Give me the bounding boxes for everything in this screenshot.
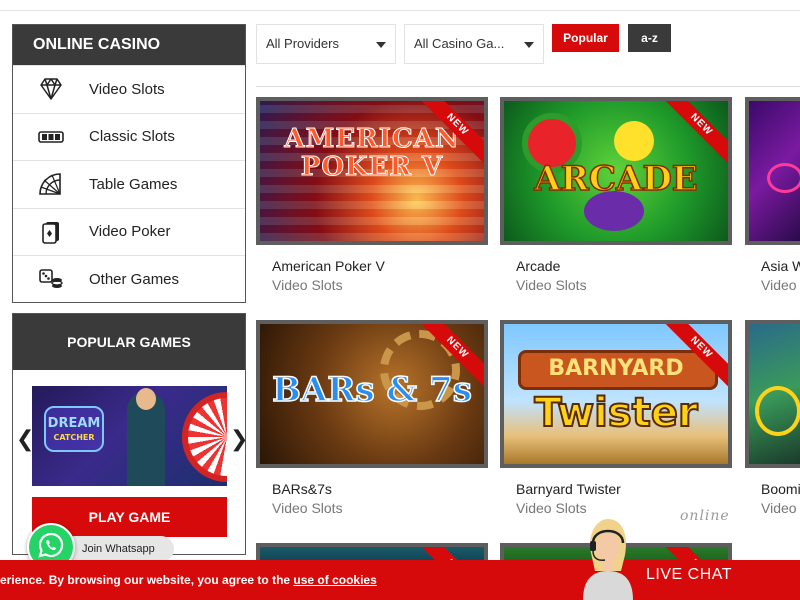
dream-catcher-logo-line1: DREAM [47, 416, 101, 431]
chevron-down-icon [524, 42, 534, 48]
game-art [749, 324, 800, 464]
join-whatsapp-label[interactable]: Join Whatsapp [62, 536, 174, 562]
game-tile-barnyard-twister[interactable]: BARNYARD Twister NEW [500, 320, 732, 468]
online-status-label: online [680, 508, 730, 524]
category-table-games[interactable]: Table Games [13, 160, 245, 208]
game-category: Video Slots [272, 500, 343, 516]
game-category: Video [761, 500, 797, 516]
category-label: Other Games [89, 270, 180, 288]
game-art-title-bottom: Twister [533, 389, 698, 437]
sort-az-button[interactable]: a-z [628, 24, 671, 52]
popular-games-title: POPULAR GAMES [13, 314, 245, 370]
chat-agent-avatar[interactable] [577, 513, 639, 600]
game-art-title: BARs & 7s [271, 369, 472, 411]
category-other-games[interactable]: Other Games [13, 255, 245, 303]
dream-catcher-logo-line2: CATCHER [53, 433, 95, 442]
game-art-title: AMERICAN POKER V [284, 124, 460, 182]
roulette-icon [13, 172, 89, 196]
category-label: Table Games [89, 175, 178, 193]
game-tile-bars-7s[interactable]: BARs & 7s NEW [256, 320, 488, 468]
top-divider [0, 10, 800, 11]
game-category: Video Slots [272, 277, 343, 293]
game-title[interactable]: Boomi [761, 481, 800, 497]
game-title[interactable]: Arcade [516, 258, 560, 274]
game-title[interactable]: BARs&7s [272, 481, 332, 497]
category-label: Video Slots [89, 80, 165, 98]
game-title[interactable]: American Poker V [272, 258, 385, 274]
cookie-policy-link[interactable]: use of cookies [293, 573, 376, 587]
game-category: Video S [761, 277, 800, 293]
game-art-title: ARCADE [534, 158, 699, 200]
host-head [136, 388, 156, 410]
live-chat-button[interactable]: LIVE CHAT [646, 566, 732, 584]
game-art [749, 101, 800, 241]
playing-card-icon [13, 220, 89, 244]
category-label: Video Poker [89, 223, 171, 241]
whatsapp-label-text: Join Whatsapp [82, 543, 155, 555]
game-tile-arcade[interactable]: ARCADE NEW [500, 97, 732, 245]
sort-popular-button[interactable]: Popular [552, 24, 619, 52]
game-art-title-top: BARNYARD [548, 356, 684, 381]
filter-divider [256, 86, 800, 87]
whatsapp-icon [37, 531, 65, 564]
game-category: Video Slots [516, 500, 587, 516]
game-type-dropdown[interactable]: All Casino Ga... [404, 24, 544, 64]
game-tile-american-poker-v[interactable]: AMERICAN POKER V NEW [256, 97, 488, 245]
game-tile-asia-w[interactable] [745, 97, 800, 245]
game-tile-boomi[interactable] [745, 320, 800, 468]
game-type-value: All Casino Ga... [414, 36, 505, 51]
cookie-text: erience. By browsing our website, you ag… [0, 573, 294, 587]
money-wheel [182, 392, 227, 482]
casino-panel-title: ONLINE CASINO [13, 25, 245, 65]
providers-value: All Providers [266, 36, 339, 51]
category-video-poker[interactable]: Video Poker [13, 207, 245, 256]
dice-chips-icon [13, 267, 89, 291]
game-category: Video Slots [516, 277, 587, 293]
carousel-next-arrow[interactable]: ❯ [230, 426, 248, 452]
diamond-icon [13, 77, 89, 101]
popular-games-panel: POPULAR GAMES ❮ DREAM CATCHER ❯ PLAY GAM… [12, 313, 248, 555]
popular-game-thumbnail[interactable]: DREAM CATCHER [32, 386, 227, 486]
slot-reels-icon [13, 125, 89, 149]
game-title[interactable]: Asia W [761, 258, 800, 274]
providers-dropdown[interactable]: All Providers [256, 24, 396, 64]
category-video-slots[interactable]: Video Slots [13, 65, 245, 113]
chevron-down-icon [376, 42, 386, 48]
game-title[interactable]: Barnyard Twister [516, 481, 621, 497]
casino-category-panel: ONLINE CASINO Video Slots Classic Slots … [12, 24, 246, 303]
category-label: Classic Slots [89, 128, 175, 146]
category-classic-slots[interactable]: Classic Slots [13, 112, 245, 161]
